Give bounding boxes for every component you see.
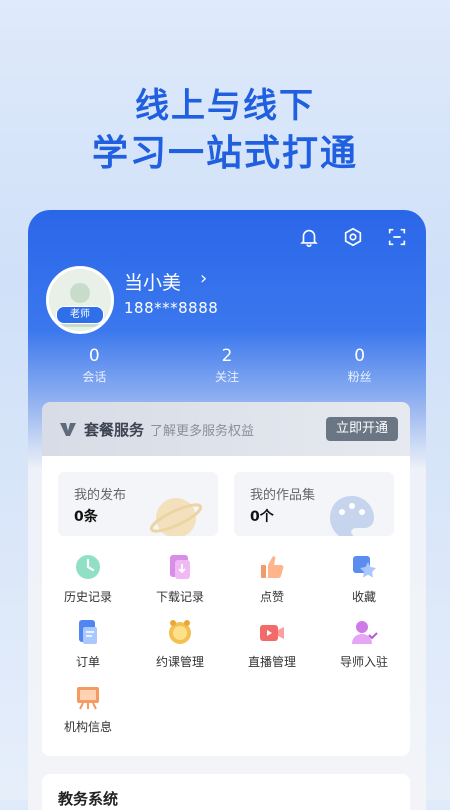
activate-button[interactable]: 立即开通 (325, 417, 398, 441)
stat-label: 会话 (82, 370, 107, 384)
mentor-icon (352, 621, 378, 644)
stat-conversations[interactable]: 0 会话 (28, 346, 161, 385)
role-badge: 老师 (56, 306, 104, 324)
grid-item-favorites[interactable]: 收藏 (318, 552, 410, 605)
scan-icon[interactable] (386, 226, 408, 248)
stat-followers[interactable]: 0 粉丝 (293, 346, 426, 385)
grid-label: 机构信息 (63, 720, 112, 734)
package-title: 套餐服务 (84, 420, 145, 439)
tile-title: 我的发布 (74, 488, 127, 503)
grid-item-downloads[interactable]: 下载记录 (134, 552, 226, 605)
live-icon (260, 625, 284, 641)
section-title: 教务系统 (58, 790, 119, 808)
profile-screen: 老师 当小美 › 188***8888 0 会话 2 关注 0 粉丝 套餐服务 … (28, 210, 426, 810)
grid-item-orders[interactable]: 订单 (42, 617, 134, 670)
grid-item-likes[interactable]: 点赞 (226, 552, 318, 605)
grid-item-mentor-join[interactable]: 导师入驻 (318, 617, 410, 670)
schedule-icon (169, 620, 191, 644)
promo-headline-line2: 学习一站式打通 (91, 133, 358, 174)
planet-icon (149, 498, 203, 536)
grid-item-live-management[interactable]: 直播管理 (226, 617, 318, 670)
grid-label: 点赞 (259, 590, 284, 604)
institution-icon (77, 687, 99, 710)
grid-label: 历史记录 (63, 590, 112, 604)
history-icon (76, 555, 100, 579)
tile-count: 0条 (74, 509, 98, 525)
promo-headline-line1: 线上与线下 (135, 86, 315, 126)
my-posts-tile[interactable]: 我的发布 0条 (58, 472, 218, 536)
grid-label: 导师入驻 (339, 655, 388, 669)
user-name[interactable]: 当小美 (124, 268, 181, 295)
features-card: 我的发布 0条 我的作品集 0个 历史记录 下载记录 点赞 收藏 订单 约课管理… (42, 456, 410, 756)
chevron-right-icon[interactable]: › (200, 268, 207, 289)
vip-logo-icon (58, 419, 78, 439)
favorite-icon (353, 556, 376, 578)
like-icon (261, 556, 284, 578)
download-icon (170, 555, 190, 579)
my-portfolio-tile[interactable]: 我的作品集 0个 (234, 472, 394, 536)
grid-label: 直播管理 (247, 655, 296, 669)
order-icon (79, 620, 97, 644)
stat-label: 关注 (215, 370, 240, 384)
grid-item-institution-info[interactable]: 机构信息 (42, 682, 134, 735)
header-actions (298, 226, 408, 248)
grid-label: 下载记录 (155, 590, 204, 604)
grid-item-history[interactable]: 历史记录 (42, 552, 134, 605)
stats-bar: 0 会话 2 关注 0 粉丝 (28, 346, 426, 385)
grid-label: 收藏 (351, 590, 376, 604)
user-phone: 188***8888 (124, 299, 219, 317)
package-subtitle: 了解更多服务权益 (150, 423, 255, 439)
bell-icon[interactable] (298, 226, 320, 248)
palette-icon (330, 496, 374, 536)
settings-icon[interactable] (342, 226, 364, 248)
tile-count: 0个 (250, 509, 274, 525)
grid-label: 约课管理 (155, 655, 204, 669)
grid-label: 订单 (75, 655, 100, 669)
feature-grid: 历史记录 下载记录 点赞 收藏 订单 约课管理 直播管理 导师入驻 机构信息 (42, 552, 410, 735)
grid-item-course-booking[interactable]: 约课管理 (134, 617, 226, 670)
tile-title: 我的作品集 (250, 488, 316, 503)
package-service-banner[interactable]: 套餐服务 了解更多服务权益 立即开通 (42, 402, 410, 456)
stat-value: 0 (88, 346, 100, 366)
academic-system-card[interactable]: 教务系统 (42, 774, 410, 810)
stat-following[interactable]: 2 关注 (161, 346, 294, 385)
stat-label: 粉丝 (347, 370, 372, 384)
stat-value: 2 (221, 346, 233, 366)
stat-value: 0 (354, 346, 366, 366)
